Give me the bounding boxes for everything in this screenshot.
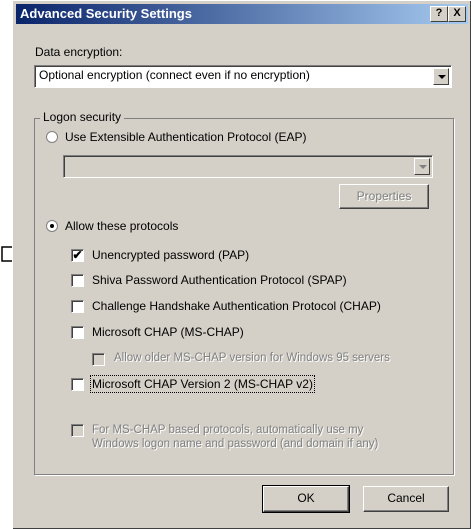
- window-title: Advanced Security Settings: [20, 6, 192, 21]
- chevron-down-icon[interactable]: [414, 158, 430, 175]
- pap-checkbox[interactable]: ✔: [71, 249, 84, 262]
- chevron-down-icon[interactable]: [433, 68, 449, 85]
- data-encryption-value: Optional encryption (connect even if no …: [39, 68, 310, 82]
- pap-label[interactable]: Unencrypted password (PAP): [92, 248, 249, 262]
- ms-chap-win95-checkbox[interactable]: [92, 353, 105, 366]
- data-encryption-label: Data encryption:: [35, 45, 123, 59]
- advanced-security-settings-dialog: Advanced Security Settings ? X Data encr…: [12, 0, 471, 529]
- ms-chap-v2-checkbox[interactable]: [71, 378, 84, 391]
- ms-chap-v2-label[interactable]: Microsoft CHAP Version 2 (MS-CHAP v2): [90, 375, 315, 393]
- auto-logon-line2: Windows logon name and password (and dom…: [92, 438, 379, 450]
- eap-radio-label[interactable]: Use Extensible Authentication Protocol (…: [65, 130, 306, 144]
- spap-label[interactable]: Shiva Password Authentication Protocol (…: [92, 273, 347, 287]
- spap-checkbox[interactable]: [71, 274, 84, 287]
- eap-radio[interactable]: [46, 131, 58, 143]
- title-bar: Advanced Security Settings ? X: [16, 4, 468, 24]
- ok-button[interactable]: OK: [262, 485, 350, 513]
- auto-logon-label[interactable]: For MS-CHAP based protocols, automatical…: [92, 423, 378, 451]
- allow-protocols-label[interactable]: Allow these protocols: [65, 219, 178, 233]
- auto-logon-line1: For MS-CHAP based protocols, automatical…: [92, 424, 364, 436]
- logon-security-label: Logon security: [40, 110, 125, 124]
- eap-dropdown[interactable]: [63, 155, 433, 178]
- data-encryption-dropdown[interactable]: Optional encryption (connect even if no …: [34, 65, 452, 88]
- cancel-button[interactable]: Cancel: [363, 486, 449, 512]
- allow-protocols-radio[interactable]: [46, 220, 58, 232]
- chap-label[interactable]: Challenge Handshake Authentication Proto…: [92, 299, 381, 313]
- ms-chap-checkbox[interactable]: [71, 326, 84, 339]
- help-icon[interactable]: ?: [430, 6, 448, 22]
- close-icon[interactable]: X: [448, 6, 466, 22]
- properties-button[interactable]: Properties: [339, 184, 429, 209]
- chap-checkbox[interactable]: [71, 300, 84, 313]
- ms-chap-label[interactable]: Microsoft CHAP (MS-CHAP): [92, 325, 244, 339]
- auto-logon-checkbox[interactable]: [71, 424, 84, 437]
- ms-chap-win95-label[interactable]: Allow older MS-CHAP version for Windows …: [114, 352, 390, 364]
